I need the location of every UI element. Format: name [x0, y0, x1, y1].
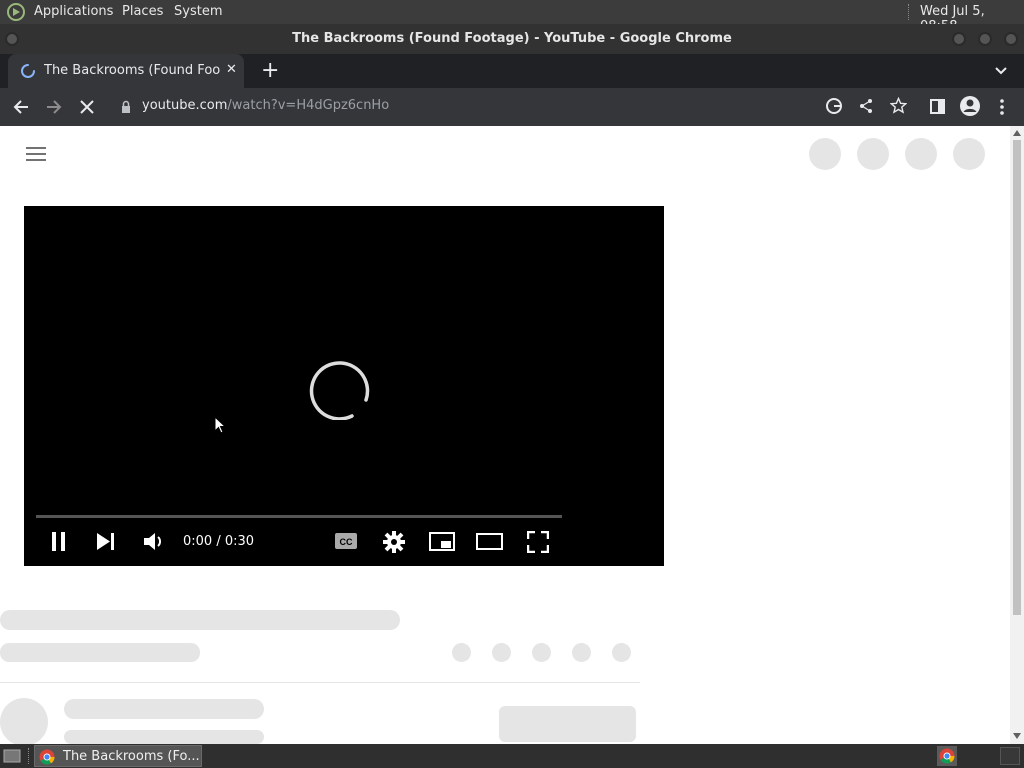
- tab-search-icon[interactable]: [994, 64, 1008, 78]
- window-titlebar[interactable]: The Backrooms (Found Footage) - YouTube …: [0, 24, 1024, 54]
- url-path: /watch?v=H4dGpz6cnHo: [227, 98, 390, 113]
- video-player[interactable]: 0:00 / 0:30 CC: [24, 206, 664, 566]
- show-desktop-icon[interactable]: [3, 748, 21, 764]
- header-skeleton-circle: [905, 138, 937, 170]
- chrome-icon: [39, 749, 55, 765]
- header-skeleton-circle: [857, 138, 889, 170]
- action-skeleton-circle: [492, 643, 511, 662]
- settings-gear-icon[interactable]: [383, 531, 405, 553]
- side-panel-icon[interactable]: [930, 99, 945, 114]
- forward-arrow-icon[interactable]: [45, 98, 63, 116]
- url-domain: youtube.com: [142, 98, 228, 113]
- action-skeleton-circle: [572, 643, 591, 662]
- menu-applications[interactable]: Applications: [34, 4, 113, 19]
- hamburger-menu-icon[interactable]: [26, 146, 46, 162]
- captions-cc-icon[interactable]: CC: [334, 532, 358, 550]
- distro-logo-icon[interactable]: [6, 2, 26, 22]
- action-skeleton-circle: [452, 643, 471, 662]
- divider: [0, 682, 640, 683]
- fullscreen-icon[interactable]: [527, 531, 549, 553]
- address-bar[interactable]: youtube.com/watch?v=H4dGpz6cnHo: [110, 92, 820, 120]
- svg-text:CC: CC: [340, 537, 353, 547]
- panel-separator: [908, 4, 913, 20]
- miniplayer-icon[interactable]: [429, 532, 455, 551]
- browser-toolbar: youtube.com/watch?v=H4dGpz6cnHo: [0, 88, 1024, 126]
- header-skeleton-circle: [809, 138, 841, 170]
- back-arrow-icon[interactable]: [12, 98, 30, 116]
- minimize-button[interactable]: [952, 32, 966, 46]
- tab-close-icon[interactable]: ✕: [226, 62, 237, 77]
- tab-strip: The Backrooms (Found Footag ✕ +: [0, 54, 1024, 88]
- time-display: 0:00 / 0:30: [183, 534, 255, 549]
- google-lens-icon[interactable]: [825, 97, 843, 115]
- kebab-menu-icon[interactable]: [998, 98, 1006, 116]
- channel-name-skeleton: [64, 699, 264, 719]
- scrollbar-thumb[interactable]: [1013, 140, 1021, 615]
- scroll-up-icon[interactable]: [1012, 128, 1022, 138]
- loading-spinner-icon: [21, 64, 35, 78]
- window-title: The Backrooms (Found Footage) - YouTube …: [292, 31, 732, 46]
- bookmark-star-icon[interactable]: [890, 97, 907, 114]
- bottom-taskbar: The Backrooms (Fo...: [0, 744, 1024, 768]
- taskbar-window-button[interactable]: The Backrooms (Fo...: [34, 745, 202, 767]
- title-skeleton: [0, 610, 400, 630]
- tab-title: The Backrooms (Found Footag: [44, 63, 220, 78]
- workspace-switcher[interactable]: [1000, 747, 1020, 765]
- next-video-icon[interactable]: [96, 533, 116, 550]
- mouse-cursor-icon: [214, 416, 227, 434]
- scroll-down-icon[interactable]: [1012, 731, 1022, 741]
- taskbar-separator: [28, 748, 31, 764]
- taskbar-window-label: The Backrooms (Fo...: [63, 749, 200, 764]
- channel-avatar-skeleton: [0, 698, 48, 746]
- pause-icon[interactable]: [51, 532, 67, 551]
- maximize-button[interactable]: [978, 32, 992, 46]
- buffering-spinner-icon: [309, 361, 370, 420]
- tray-chrome-button[interactable]: [937, 746, 957, 766]
- volume-icon[interactable]: [143, 532, 165, 551]
- meta-skeleton: [0, 643, 200, 662]
- lock-icon[interactable]: [120, 100, 132, 114]
- action-skeleton-circle: [532, 643, 551, 662]
- system-top-panel: Applications Places System Wed Jul 5, 08…: [0, 0, 1024, 34]
- channel-subs-skeleton: [64, 730, 264, 744]
- progress-bar[interactable]: [36, 515, 562, 518]
- tray-chrome-icon: [939, 748, 955, 764]
- menu-places[interactable]: Places: [122, 4, 163, 19]
- subscribe-skeleton: [499, 706, 636, 742]
- profile-avatar-icon[interactable]: [959, 95, 981, 117]
- close-window-button[interactable]: [1004, 32, 1018, 46]
- action-skeleton-circle: [612, 643, 631, 662]
- theater-mode-icon[interactable]: [476, 533, 503, 550]
- header-skeleton-circle: [953, 138, 985, 170]
- url-text[interactable]: youtube.com/watch?v=H4dGpz6cnHo: [142, 98, 389, 113]
- share-icon[interactable]: [858, 98, 874, 114]
- stop-loading-icon[interactable]: [78, 98, 96, 116]
- new-tab-button[interactable]: +: [261, 58, 279, 83]
- menu-system[interactable]: System: [174, 4, 222, 19]
- tab-active[interactable]: The Backrooms (Found Footag ✕: [8, 54, 244, 88]
